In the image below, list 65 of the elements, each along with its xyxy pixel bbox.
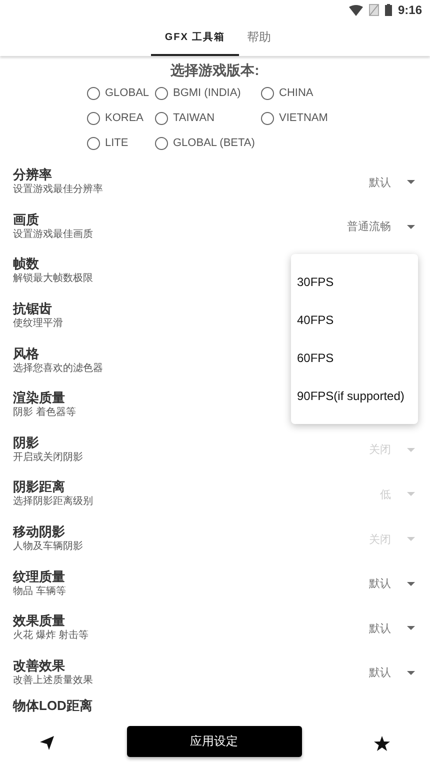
- setting-title: 画质: [13, 212, 39, 228]
- menu-item[interactable]: 90FPS(if supported): [291, 377, 410, 415]
- tab[interactable]: 帮助: [239, 20, 280, 56]
- radio-label[interactable]: KOREA: [105, 112, 144, 124]
- tab[interactable]: GFX 工具箱: [150, 20, 240, 56]
- setting-title: 改善效果: [13, 658, 65, 674]
- dropdown-value[interactable]: 默认: [369, 576, 391, 592]
- setting-description: 阴影 着色器等: [13, 406, 76, 420]
- wifi-icon: [348, 4, 363, 16]
- caret-icon[interactable]: [407, 180, 415, 184]
- setting-title: 阴影距离: [13, 479, 65, 496]
- menu-item[interactable]: 40FPS: [291, 301, 340, 339]
- caret-icon[interactable]: [407, 582, 415, 586]
- setting-title: 物体LOD距离: [13, 698, 92, 714]
- radio-label[interactable]: LITE: [105, 137, 128, 149]
- setting-description: 开启或关闭阴影: [13, 450, 83, 465]
- dropdown-value[interactable]: 默认: [369, 620, 391, 636]
- radio-button[interactable]: [261, 112, 274, 124]
- setting-description: 解锁最大帧数极限: [13, 272, 93, 286]
- send-icon[interactable]: [40, 736, 54, 750]
- radio-button[interactable]: [155, 112, 168, 124]
- setting-description: 改善上述质量效果: [13, 674, 93, 688]
- clock-time: 9:16: [398, 3, 422, 17]
- dropdown-value[interactable]: 默认: [369, 174, 391, 190]
- dropdown-value[interactable]: 默认: [369, 665, 391, 680]
- setting-title: 风格: [13, 346, 39, 362]
- setting-title: 抗锯齿: [13, 301, 52, 318]
- radio-label[interactable]: GLOBAL: [105, 87, 150, 99]
- radio-button[interactable]: [87, 86, 100, 100]
- radio-label[interactable]: CHINA: [279, 87, 314, 99]
- radio-label[interactable]: TAIWAN: [173, 112, 215, 124]
- radio-button[interactable]: [261, 86, 274, 100]
- setting-description: 火花 爆炸 射击等: [13, 629, 89, 644]
- menu-item[interactable]: 60FPS: [291, 339, 340, 377]
- radio-label[interactable]: GLOBAL (BETA): [173, 137, 255, 149]
- setting-description: 人物及车辆阴影: [13, 540, 83, 554]
- radio-button[interactable]: [87, 136, 100, 150]
- setting-title: 效果质量: [13, 613, 65, 630]
- battery-icon: [384, 4, 392, 16]
- setting-title: 纹理质量: [13, 568, 65, 585]
- dropdown-value[interactable]: 普通流畅: [347, 219, 391, 234]
- radio-label[interactable]: BGMI (INDIA): [173, 87, 241, 99]
- setting-description: 选择阴影距离级别: [13, 495, 93, 510]
- radio-button[interactable]: [155, 136, 168, 150]
- setting-description: 选择您喜欢的滤色器: [13, 362, 103, 376]
- sim-icon: [368, 4, 379, 16]
- menu-item[interactable]: 30FPS: [291, 263, 340, 301]
- setting-title: 分辨率: [13, 167, 52, 184]
- caret-icon[interactable]: [407, 670, 415, 675]
- setting-description: 设置游戏最佳分辨率: [13, 183, 103, 198]
- star-icon[interactable]: [374, 736, 390, 750]
- apply-button[interactable]: 应用设定: [126, 726, 302, 756]
- setting-description: 设置游戏最佳画质: [13, 228, 93, 242]
- caret-icon[interactable]: [407, 224, 415, 229]
- setting-description: 物品 车辆等: [13, 584, 66, 599]
- caret-icon[interactable]: [407, 626, 415, 630]
- setting-description: 使纹理平滑: [13, 317, 63, 332]
- setting-title: 帧数: [13, 256, 39, 272]
- setting-title: 渲染质量: [13, 390, 65, 406]
- radio-button[interactable]: [87, 112, 100, 124]
- radio-label[interactable]: VIETNAM: [279, 112, 328, 124]
- setting-title: 阴影: [13, 434, 39, 451]
- setting-title: 移动阴影: [13, 524, 65, 540]
- section-title: 选择游戏版本:: [170, 62, 260, 80]
- radio-button[interactable]: [155, 86, 168, 100]
